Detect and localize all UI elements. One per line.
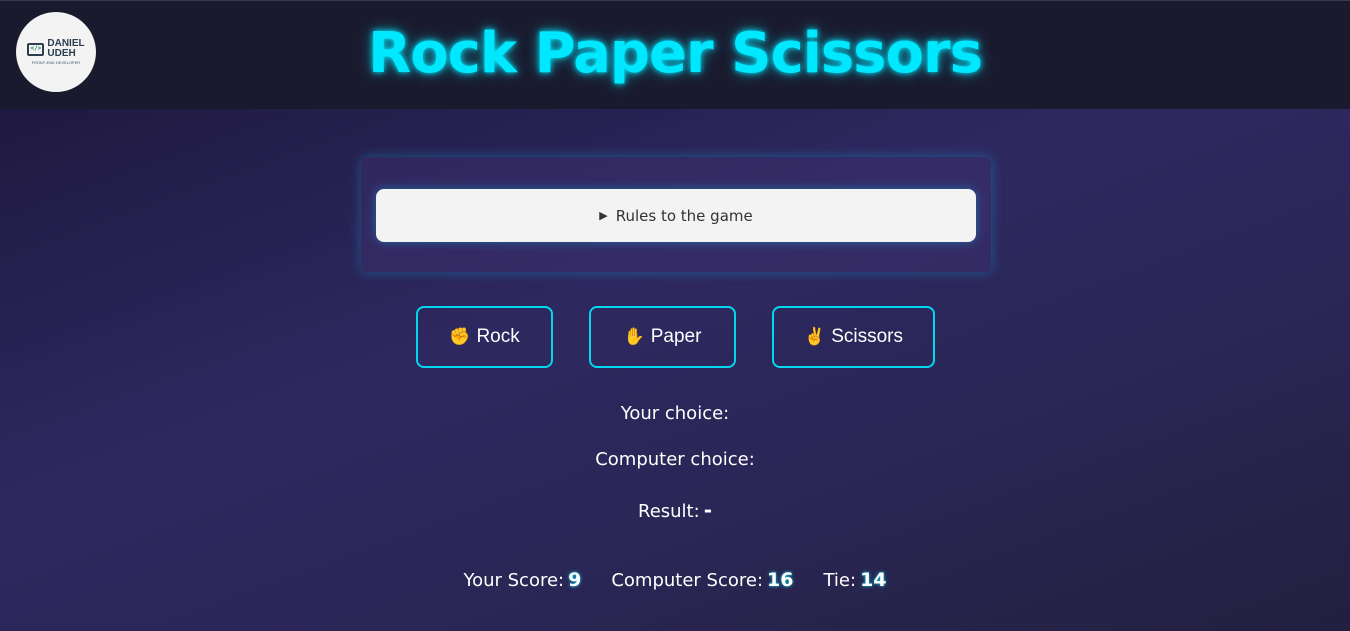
- scissors-label: Scissors: [831, 326, 903, 347]
- result-label: Result:: [638, 501, 700, 522]
- computer-score-label: Computer Score:: [611, 570, 764, 591]
- computer-score-value: 16: [767, 569, 794, 591]
- rules-disclosure[interactable]: ▶ Rules to the game: [376, 189, 976, 242]
- fist-icon: ✊: [449, 327, 471, 346]
- page-title: Rock Paper Scissors: [368, 21, 983, 86]
- result-line: Result: -: [0, 498, 1350, 522]
- result-value: -: [703, 498, 712, 522]
- computer-score: Computer Score: 16: [611, 569, 793, 591]
- paper-button[interactable]: ✋ Paper: [589, 306, 736, 368]
- your-score: Your Score: 9: [463, 569, 581, 591]
- rock-label: Rock: [476, 326, 520, 347]
- your-score-value: 9: [568, 569, 582, 591]
- scoreboard: Your Score: 9 Computer Score: 16 Tie: 14: [0, 569, 1350, 591]
- rules-label: Rules to the game: [615, 206, 753, 225]
- your-score-label: Your Score:: [463, 570, 565, 591]
- scissors-button[interactable]: ✌️ Scissors: [772, 306, 935, 368]
- tie-label: Tie:: [823, 570, 857, 591]
- header-bar: </> DANIEL UDEH FRONT-END DEVELOPER Rock…: [0, 0, 1350, 109]
- victory-hand-icon: ✌️: [804, 327, 826, 346]
- tie-score: Tie: 14: [823, 569, 886, 591]
- hand-icon: ✋: [623, 327, 645, 346]
- computer-choice-text: Computer choice:: [595, 449, 755, 470]
- disclosure-triangle-icon: ▶: [599, 209, 608, 222]
- paper-label: Paper: [650, 326, 702, 347]
- rock-button[interactable]: ✊ Rock: [416, 306, 553, 368]
- tie-value: 14: [860, 569, 887, 591]
- your-choice-text: Your choice:: [620, 403, 730, 424]
